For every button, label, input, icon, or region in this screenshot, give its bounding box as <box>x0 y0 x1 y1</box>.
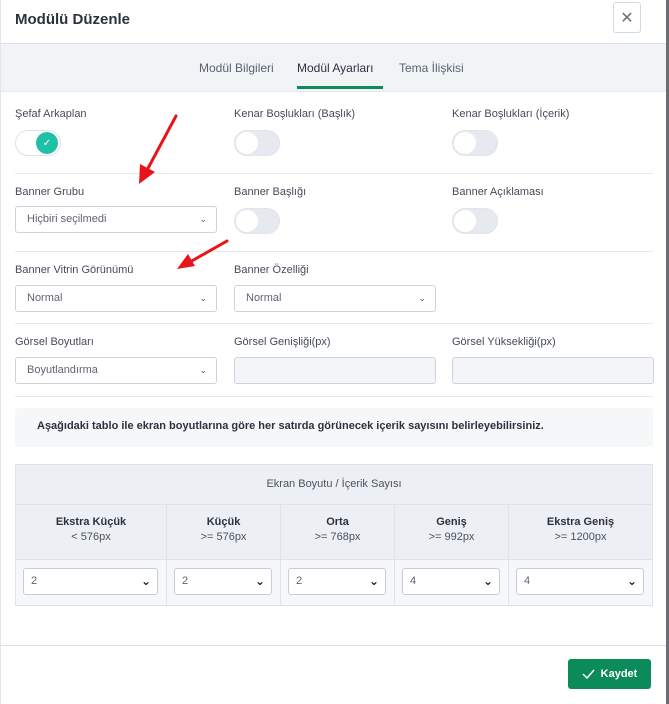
banner-vitrin-select[interactable]: Normal ⌄ <box>15 285 217 312</box>
modal-header: Modülü Düzenle ✕ <box>1 0 666 44</box>
column-name: Ekstra Küçük <box>55 516 127 528</box>
gorsel-yuksekligi-label: Görsel Yüksekliği(px) <box>452 336 556 348</box>
column-size: >= 576px <box>200 531 247 543</box>
save-label: Kaydet <box>600 668 638 680</box>
sefaf-arkaplan-toggle[interactable]: ✓ <box>15 130 61 156</box>
banner-aciklamasi-label: Banner Açıklaması <box>452 186 544 198</box>
gorsel-boyutlari-label: Görsel Boyutları <box>15 336 94 348</box>
header-cell: Ekstra Geniş >= 1200px <box>509 505 652 560</box>
gorsel-boyutlari-value: Boyutlandırma <box>27 364 98 376</box>
banner-aciklamasi-toggle[interactable] <box>452 208 498 234</box>
column-size: >= 992px <box>428 531 475 543</box>
tab-modul-ayarlari[interactable]: Modül Ayarları <box>297 61 373 75</box>
close-button[interactable]: ✕ <box>613 2 641 33</box>
banner-basligi-toggle[interactable] <box>234 208 280 234</box>
check-icon <box>582 669 595 679</box>
toggle-knob <box>454 132 476 154</box>
tab-bar: Modül Bilgileri Modül Ayarları Tema İliş… <box>1 44 666 92</box>
select-value: 2 <box>296 575 303 587</box>
body-cell: 4 ⌄ <box>509 560 652 605</box>
chevron-down-icon: ⌄ <box>199 365 207 375</box>
banner-basligi-label: Banner Başlığı <box>234 186 307 198</box>
select-value: 2 <box>31 575 38 587</box>
body-cell: 2 ⌄ <box>167 560 281 605</box>
kenar-baslik-toggle[interactable] <box>234 130 280 156</box>
close-icon: ✕ <box>620 9 634 27</box>
table-title: Ekran Boyutu / İçerik Sayısı <box>16 465 652 505</box>
modal-footer: Kaydet <box>1 645 667 704</box>
table-row: 2 ⌄ 2 ⌄ 2 ⌄ 4 ⌄ 4 ⌄ <box>16 560 652 605</box>
column-name: Küçük <box>206 516 241 528</box>
modal-title: Modülü Düzenle <box>15 11 130 28</box>
header-cell: Geniş >= 992px <box>395 505 509 560</box>
banner-ozelligi-select[interactable]: Normal ⌄ <box>234 285 436 312</box>
edit-module-modal: Modülü Düzenle ✕ Modül Bilgileri Modül A… <box>0 0 667 704</box>
chevron-down-icon: ⌄ <box>140 574 151 588</box>
orta-select[interactable]: 2 ⌄ <box>288 568 386 595</box>
header-cell: Ekstra Küçük < 576px <box>16 505 167 560</box>
info-box: Aşağıdaki tablo ile ekran boyutlarına gö… <box>15 408 653 447</box>
divider <box>15 173 653 174</box>
toggle-knob <box>236 132 258 154</box>
info-text: Aşağıdaki tablo ile ekran boyutlarına gö… <box>37 420 544 432</box>
header-cell: Orta >= 768px <box>281 505 395 560</box>
table-header-row: Ekstra Küçük < 576px Küçük >= 576px Orta… <box>16 505 652 560</box>
column-name: Orta <box>326 516 349 528</box>
column-size: >= 768px <box>314 531 361 543</box>
kenar-icerik-label: Kenar Boşlukları (İçerik) <box>452 108 570 120</box>
kucuk-select[interactable]: 2 ⌄ <box>174 568 272 595</box>
toggle-knob <box>454 210 476 232</box>
banner-vitrin-label: Banner Vitrin Görünümü <box>15 264 134 276</box>
save-button[interactable]: Kaydet <box>568 659 651 689</box>
column-name: Geniş <box>436 516 467 528</box>
kenar-icerik-toggle[interactable] <box>452 130 498 156</box>
chevron-down-icon: ⌄ <box>626 574 637 588</box>
divider <box>15 251 653 252</box>
active-tab-indicator <box>297 86 383 89</box>
column-name: Ekstra Geniş <box>546 516 615 528</box>
banner-vitrin-value: Normal <box>27 292 63 304</box>
chevron-down-icon: ⌄ <box>199 214 207 224</box>
divider <box>15 396 653 397</box>
gorsel-boyutlari-select[interactable]: Boyutlandırma ⌄ <box>15 357 217 384</box>
column-size: >= 1200px <box>554 531 607 543</box>
body-cell: 4 ⌄ <box>395 560 509 605</box>
divider <box>15 323 653 324</box>
check-icon: ✓ <box>36 132 58 154</box>
ekstra-genis-select[interactable]: 4 ⌄ <box>516 568 644 595</box>
chevron-down-icon: ⌄ <box>368 574 379 588</box>
ekstra-kucuk-select[interactable]: 2 ⌄ <box>23 568 158 595</box>
tab-tema-iliskisi[interactable]: Tema İlişkisi <box>399 61 464 75</box>
chevron-down-icon: ⌄ <box>482 574 493 588</box>
body-cell: 2 ⌄ <box>281 560 395 605</box>
gorsel-genisligi-input[interactable] <box>234 357 436 384</box>
chevron-down-icon: ⌄ <box>418 293 426 303</box>
sefaf-arkaplan-label: Şefaf Arkaplan <box>15 108 87 120</box>
banner-grubu-value: Hiçbiri seçilmedi <box>27 213 107 225</box>
body-cell: 2 ⌄ <box>16 560 167 605</box>
banner-ozelligi-label: Banner Özelliği <box>234 264 309 276</box>
select-value: 2 <box>182 575 189 587</box>
kenar-baslik-label: Kenar Boşlukları (Başlık) <box>234 108 356 120</box>
gorsel-genisligi-label: Görsel Genişliği(px) <box>234 336 331 348</box>
banner-ozelligi-value: Normal <box>246 292 282 304</box>
column-size: < 576px <box>71 531 111 543</box>
header-cell: Küçük >= 576px <box>167 505 281 560</box>
tab-modul-bilgileri[interactable]: Modül Bilgileri <box>199 61 274 75</box>
gorsel-yuksekligi-input[interactable] <box>452 357 654 384</box>
select-value: 4 <box>524 575 531 587</box>
toggle-knob <box>236 210 258 232</box>
screen-size-table: Ekran Boyutu / İçerik Sayısı Ekstra Küçü… <box>15 464 653 606</box>
genis-select[interactable]: 4 ⌄ <box>402 568 500 595</box>
select-value: 4 <box>410 575 417 587</box>
banner-grubu-select[interactable]: Hiçbiri seçilmedi ⌄ <box>15 206 217 233</box>
chevron-down-icon: ⌄ <box>199 293 207 303</box>
chevron-down-icon: ⌄ <box>254 574 265 588</box>
banner-grubu-label: Banner Grubu <box>15 186 85 198</box>
